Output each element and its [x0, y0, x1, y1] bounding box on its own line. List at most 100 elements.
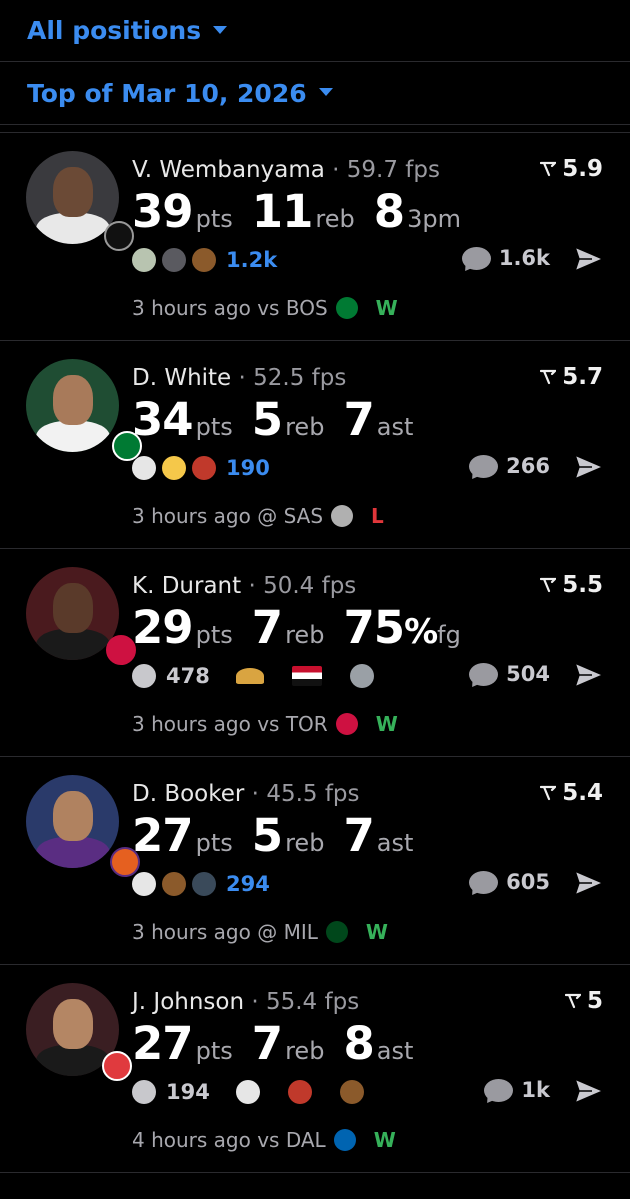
spy-icon[interactable] [162, 248, 186, 272]
smiley-icon[interactable] [132, 1080, 156, 1104]
rating-badge[interactable]: 5.4 [540, 780, 603, 806]
comments-button[interactable]: 1k [484, 1078, 550, 1102]
alien-icon[interactable] [132, 248, 156, 272]
stat-line: 39 pts 11 reb 8 3pm [132, 185, 480, 238]
player-avatar[interactable] [26, 567, 119, 660]
reaction-count: 294 [226, 872, 270, 896]
elephant-icon[interactable] [349, 664, 374, 688]
player-avatar[interactable] [26, 359, 119, 452]
player-name-line[interactable]: D. Booker · 45.5 fps [132, 781, 360, 807]
stat-label: reb [315, 205, 355, 233]
stat-label: pts [195, 1037, 233, 1065]
game-time: 3 hours ago vs BOS [132, 296, 328, 320]
poop-icon[interactable] [339, 1080, 364, 1104]
stat-value: 75 [343, 601, 405, 654]
fps-separator: · [324, 157, 347, 183]
player-name: J. Johnson [132, 989, 245, 1015]
comment-bubble-icon [461, 246, 491, 270]
baby-icon[interactable] [162, 456, 186, 480]
reaction-count: 190 [226, 456, 270, 480]
celtics-logo-icon [335, 297, 358, 319]
feed-card[interactable]: D. Booker · 45.5 fps 5.4 27 pts 5 reb 7 ast 294 6… [0, 757, 630, 965]
date-filter[interactable]: Top of Mar 10, 2026 [0, 62, 630, 125]
goat-icon[interactable] [132, 456, 156, 480]
rating-arrow-icon [540, 369, 557, 385]
player-name-line[interactable]: D. White · 52.5 fps [132, 365, 346, 391]
reactions-row[interactable]: 194 [132, 1080, 392, 1104]
stat-label: ast [376, 829, 414, 857]
feed-card[interactable]: K. Durant · 50.4 fps 5.5 29 pts 7 reb 75% fg 478… [0, 549, 630, 757]
rating-value: 5.7 [562, 364, 603, 390]
game-meta: 3 hours ago @ SAS L [132, 504, 384, 528]
player-name-line[interactable]: V. Wembanyama · 59.7 fps [132, 157, 440, 183]
comment-bubble-icon [469, 662, 499, 686]
rating-badge[interactable]: 5.5 [540, 572, 603, 598]
game-result: W [373, 1128, 396, 1152]
feed-card[interactable]: J. Johnson · 55.4 fps 5 27 pts 7 reb 8 ast 194 1k… [0, 965, 630, 1173]
fps-value: 52.5 fps [253, 365, 347, 391]
rating-value: 5.5 [562, 572, 603, 598]
comments-button[interactable]: 1.6k [461, 246, 550, 270]
rating-badge[interactable]: 5.9 [540, 156, 603, 182]
game-meta: 3 hours ago vs BOS W [132, 296, 398, 320]
taco-icon[interactable] [235, 668, 264, 684]
comment-count: 1.6k [498, 246, 550, 270]
position-filter[interactable]: All positions [0, 0, 630, 62]
stat-label: ast [376, 1037, 414, 1065]
position-filter-label: All positions [27, 16, 202, 45]
stat-value: 27 [132, 809, 194, 862]
rating-badge[interactable]: 5.7 [540, 364, 603, 390]
fps-value: 59.7 fps [346, 157, 440, 183]
player-name: D. Booker [132, 781, 245, 807]
reactions-row[interactable]: 190 [132, 456, 270, 480]
goat-icon[interactable] [132, 872, 156, 896]
poop-icon[interactable] [192, 248, 216, 272]
reactions-row[interactable]: 1.2k [132, 248, 277, 272]
share-icon[interactable] [574, 454, 604, 480]
reaction-count: 1.2k [226, 248, 278, 272]
team-badge-icon [102, 1051, 132, 1081]
stat-value: 5 [251, 809, 283, 862]
comments-button[interactable]: 605 [469, 870, 550, 894]
goat-icon[interactable] [235, 1080, 260, 1104]
caret-down-icon [213, 25, 228, 34]
game-time: 3 hours ago @ SAS [132, 504, 324, 528]
rating-arrow-icon [540, 785, 557, 801]
share-icon[interactable] [574, 870, 604, 896]
raptors-logo-icon [335, 713, 358, 735]
feed-card[interactable]: D. White · 52.5 fps 5.7 34 pts 5 reb 7 ast 190 26… [0, 341, 630, 549]
fps-separator: · [244, 781, 267, 807]
comments-button[interactable]: 266 [469, 454, 550, 478]
divider [0, 125, 630, 133]
stat-line: 34 pts 5 reb 7 ast [132, 393, 432, 446]
sudan-flag-icon[interactable] [291, 666, 322, 686]
comments-button[interactable]: 504 [469, 662, 550, 686]
person-icon[interactable] [287, 1080, 312, 1104]
person-icon[interactable] [192, 456, 216, 480]
performance-feed: V. Wembanyama · 59.7 fps 5.9 39 pts 11 reb 8 3p… [0, 133, 630, 1173]
share-icon[interactable] [574, 246, 604, 272]
trophy-icon[interactable] [192, 872, 216, 896]
poop-icon[interactable] [162, 872, 186, 896]
fps-separator: · [244, 989, 266, 1015]
rating-badge[interactable]: 5 [564, 988, 603, 1014]
reactions-row[interactable]: 478 [132, 664, 402, 688]
feed-card[interactable]: V. Wembanyama · 59.7 fps 5.9 39 pts 11 reb 8 3p… [0, 133, 630, 341]
game-result: W [365, 920, 388, 944]
stat-value: 7 [251, 601, 283, 654]
player-avatar[interactable] [26, 775, 119, 868]
share-icon[interactable] [574, 662, 604, 688]
caret-down-icon [318, 88, 333, 96]
smiley-icon[interactable] [132, 664, 156, 688]
rating-arrow-icon [540, 577, 557, 593]
share-icon[interactable] [574, 1078, 604, 1104]
game-meta: 3 hours ago vs TOR W [132, 712, 398, 736]
team-badge-icon [104, 221, 134, 251]
comment-count: 504 [506, 662, 550, 686]
reactions-row[interactable]: 294 [132, 872, 270, 896]
player-name-line[interactable]: J. Johnson · 55.4 fps [132, 989, 359, 1015]
player-name: D. White [132, 365, 232, 391]
fps-value: 55.4 fps [265, 989, 360, 1015]
player-name-line[interactable]: K. Durant · 50.4 fps [132, 573, 356, 599]
stat-label: 3pm [407, 205, 461, 233]
